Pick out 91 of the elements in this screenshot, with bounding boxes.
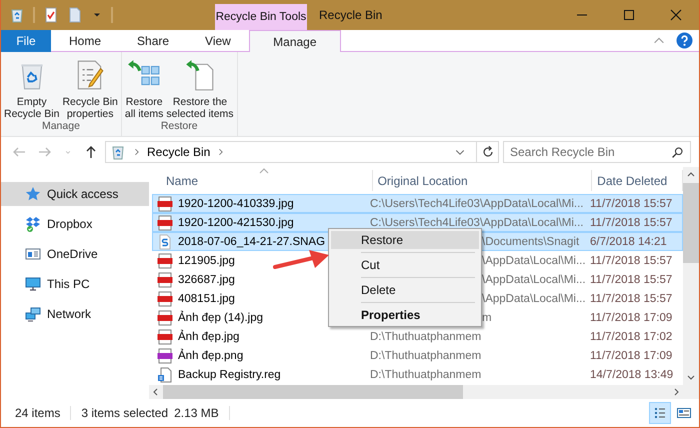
selection-count: 3 items selected (81, 406, 168, 420)
menu-item[interactable]: Restore (331, 231, 479, 249)
selected-file-row[interactable]: 1920-1200-421530.jpg C:\Users\Tech4Life03\AppData\Local\Mi... 11/7/2018 15:57 (152, 213, 683, 232)
breadcrumb[interactable]: Recycle Bin (147, 145, 210, 159)
properties-icon[interactable] (43, 7, 59, 23)
network-icon (25, 306, 41, 322)
help-icon[interactable] (676, 32, 693, 49)
jpg-file-icon (157, 290, 173, 306)
original-location: \Documents\Snagit (482, 236, 580, 248)
file-name: 121905.jpg (178, 254, 235, 266)
jpg-file-icon (157, 214, 173, 230)
window-icon (25, 246, 41, 262)
item-count: 24 items (15, 406, 60, 420)
dropbox-icon (25, 216, 41, 232)
date-deleted: 6/7/2018 14:21 (590, 236, 667, 248)
menu-item[interactable]: Properties (331, 306, 479, 324)
group-label: Manage (42, 120, 80, 134)
original-location: C:\Users\Tech4Life03\AppData\Local\Mi... (370, 216, 584, 228)
date-deleted: 11/7/2018 17:09 (590, 350, 672, 362)
ribbon-button[interactable]: Empty Recycle Bin (3, 56, 60, 120)
vertical-scrollbar[interactable] (683, 167, 699, 399)
group-label: Restore (160, 120, 198, 134)
refresh-icon[interactable] (480, 145, 494, 159)
window-title: Recycle Bin (319, 8, 382, 22)
column-header[interactable]: Original Location (378, 174, 468, 188)
file-name: 408151.jpg (178, 292, 235, 304)
jpg-file-icon (157, 328, 173, 344)
jpg-file-icon (157, 196, 173, 212)
recycle-bin-icon (110, 144, 126, 160)
sort-caret-icon (259, 167, 269, 175)
ribbon-button[interactable]: Restore the selected items (165, 56, 235, 120)
search-icon[interactable] (671, 146, 684, 158)
original-location: C:\Users\Tech4Life03\AppData\Local\Mi... (370, 198, 584, 210)
sidebar-item[interactable]: This PC (1, 272, 149, 296)
recycle-bin-icon[interactable] (9, 7, 25, 23)
original-location: m (482, 312, 492, 324)
column-header[interactable]: Date Deleted (597, 174, 668, 188)
original-location: D:\Thuthuatphanmem (370, 368, 482, 380)
search-field[interactable]: Search Recycle Bin (503, 141, 691, 163)
ribbon-tab[interactable]: Manage (248, 30, 341, 52)
selected-file-row[interactable]: 1920-1200-410339.jpg C:\Users\Tech4Life03\AppData\Local\Mi... 11/7/2018 15:57 (152, 194, 683, 213)
date-deleted: 11/7/2018 17:02 (590, 330, 672, 342)
original-location: \AppData\Local\Mi... (482, 274, 585, 286)
original-location: D:\Thuthuatphanmem (370, 330, 482, 342)
horizontal-scrollbar[interactable] (149, 385, 683, 399)
file-name: 1920-1200-421530.jpg (178, 216, 294, 228)
file-name: Backup Registry.reg (178, 368, 281, 380)
ribbon-tab[interactable]: Home (51, 30, 120, 52)
selection-size: 2.13 MB (174, 406, 219, 420)
menu-item[interactable]: Cut (331, 256, 479, 274)
file-name: Ảnh đẹp (14).jpg (178, 312, 264, 324)
registry-file-icon (157, 366, 173, 382)
ribbon-tab[interactable]: Share (119, 30, 188, 52)
file-name: Ảnh đẹp.jpg (178, 330, 240, 342)
menu-item[interactable]: Delete (331, 281, 479, 299)
ribbon-button[interactable]: Recycle Bin properties (61, 56, 119, 120)
original-location: \AppData\Local\Mi... (482, 292, 585, 304)
date-deleted: 11/7/2018 17:09 (590, 312, 672, 324)
search-placeholder: Search Recycle Bin (510, 145, 616, 159)
jpg-file-icon (157, 272, 173, 288)
monitor-icon (25, 276, 41, 292)
date-deleted: 11/7/2018 15:57 (590, 254, 672, 266)
file-name: 2018-07-06_14-21-27.SNAG (178, 236, 326, 248)
date-deleted: 11/7/2018 15:57 (590, 292, 672, 304)
original-location: D:\Thuthuatphanmem (370, 350, 482, 362)
png-file-icon (157, 348, 173, 364)
ribbon-tab[interactable]: View (187, 30, 249, 52)
star-icon (25, 186, 41, 202)
refresh-button[interactable] (477, 141, 499, 163)
date-deleted: 11/7/2018 15:57 (590, 198, 672, 210)
date-deleted: 11/7/2018 15:57 (590, 274, 672, 286)
ribbon-tab[interactable]: File (1, 30, 51, 52)
sidebar-item[interactable]: OneDrive (1, 242, 149, 266)
ribbon-button[interactable]: Restore all items (124, 56, 164, 120)
pointer-arrow (273, 249, 331, 271)
file-name: 326687.jpg (178, 274, 235, 286)
sidebar-item[interactable]: Dropbox (1, 212, 149, 236)
contextual-tab-group: Recycle Bin Tools (215, 4, 307, 30)
original-location: \AppData\Local\Mi... (482, 254, 585, 266)
date-deleted: 14/7/2018 13:49 (590, 368, 674, 380)
sidebar-item[interactable]: Network (1, 302, 149, 326)
jpg-file-icon (157, 252, 173, 268)
jpg-file-icon (157, 310, 173, 326)
close-icon[interactable] (668, 7, 684, 23)
column-header[interactable]: Name (166, 174, 198, 188)
snagit-file-icon (157, 234, 173, 250)
file-name: Ảnh đẹp.png (178, 350, 244, 362)
sidebar-item[interactable]: Quick access (1, 182, 149, 206)
file-name: 1920-1200-410339.jpg (178, 198, 294, 210)
address-bar[interactable]: Recycle Bin (105, 141, 477, 163)
date-deleted: 11/7/2018 15:57 (590, 216, 672, 228)
